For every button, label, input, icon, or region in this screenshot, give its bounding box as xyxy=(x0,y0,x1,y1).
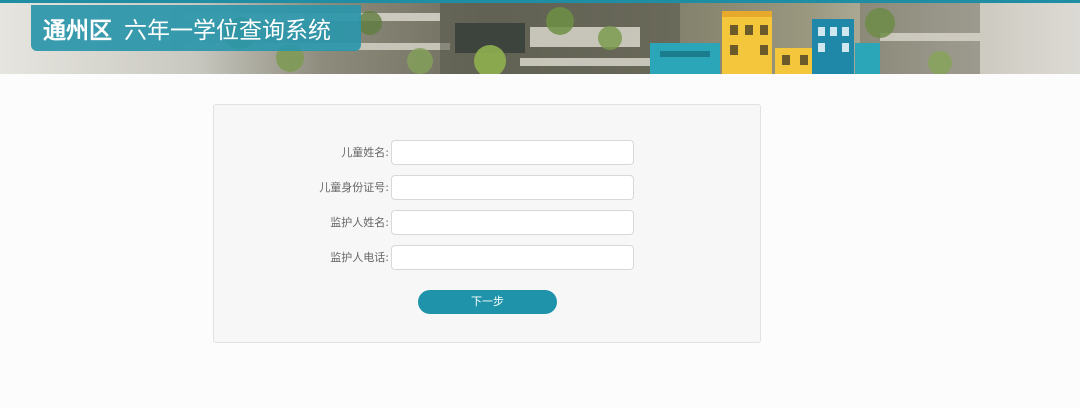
child-name-label: 儿童姓名: xyxy=(341,146,389,159)
header-banner: 通州区 六年一学位查询系统 xyxy=(0,3,1080,74)
guardian-phone-input[interactable] xyxy=(391,245,634,270)
guardian-name-label: 监护人姓名: xyxy=(330,216,389,229)
guardian-name-input[interactable] xyxy=(391,210,634,235)
query-form-card: 儿童姓名: 儿童身份证号: 监护人姓名: 监护人电话: 下一步 xyxy=(213,104,761,343)
form-row-child-id: 儿童身份证号: xyxy=(214,175,762,200)
child-name-input[interactable] xyxy=(391,140,634,165)
child-id-label: 儿童身份证号: xyxy=(319,181,389,194)
child-id-input[interactable] xyxy=(391,175,634,200)
guardian-phone-label: 监护人电话: xyxy=(330,251,389,264)
system-title-box: 通州区 六年一学位查询系统 xyxy=(31,5,361,51)
next-step-button[interactable]: 下一步 xyxy=(418,290,557,314)
form-row-guardian-phone: 监护人电话: xyxy=(214,245,762,270)
system-name: 六年一学位查询系统 xyxy=(124,18,331,44)
district-name: 通州区 xyxy=(43,18,112,44)
form-row-child-name: 儿童姓名: xyxy=(214,140,762,165)
form-row-guardian-name: 监护人姓名: xyxy=(214,210,762,235)
